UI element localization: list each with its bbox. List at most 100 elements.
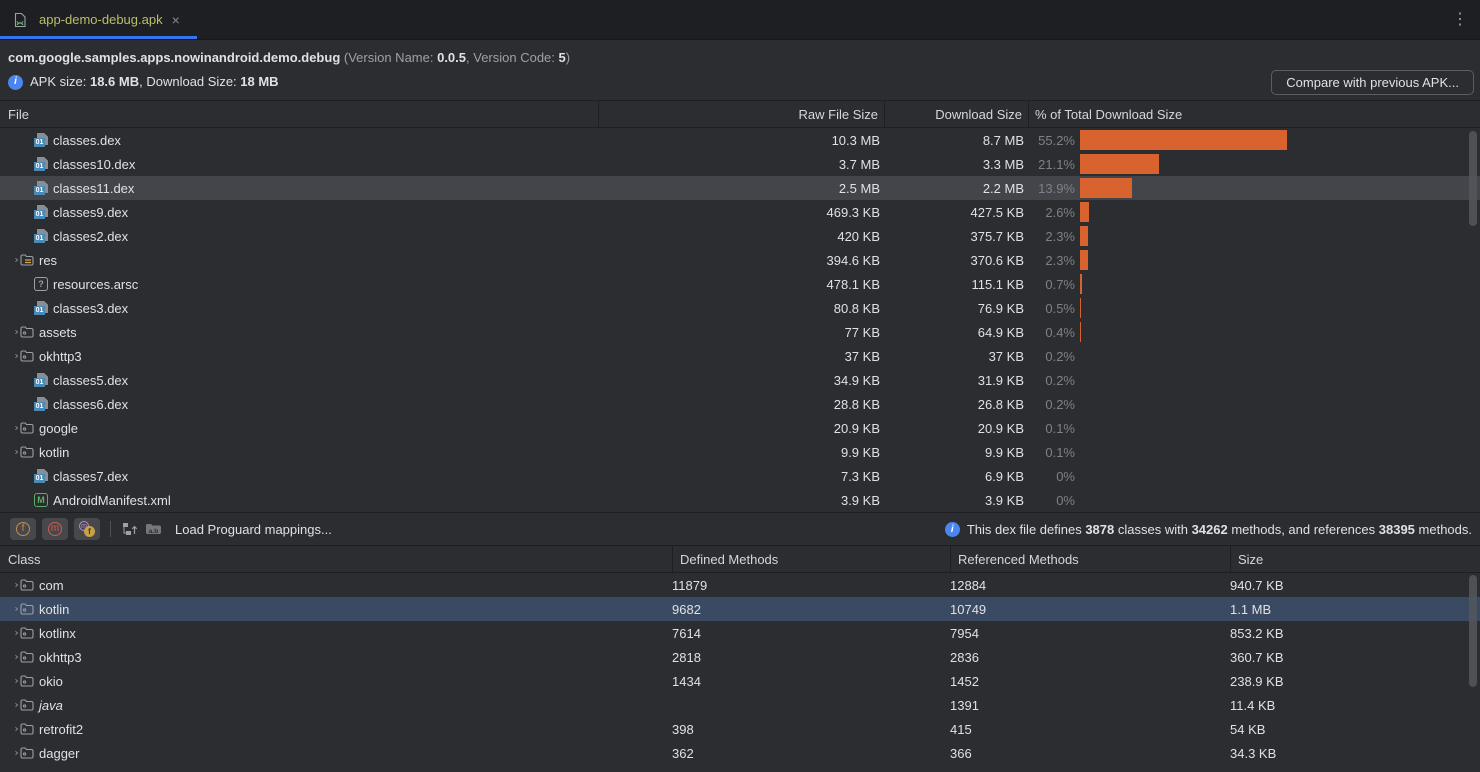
download-size: 37 KB	[884, 349, 1028, 364]
download-percent-bar	[1080, 298, 1081, 318]
chevron-right-icon[interactable]	[0, 327, 19, 337]
column-header-class[interactable]: Class	[8, 546, 41, 573]
chevron-right-icon[interactable]	[0, 748, 19, 758]
file-row[interactable]: res394.6 KB370.6 KB2.3%	[0, 248, 1480, 272]
file-row[interactable]: 01classes2.dex420 KB375.7 KB2.3%	[0, 224, 1480, 248]
referenced-members-filter-icon[interactable]: mf	[74, 518, 100, 540]
fields-filter-icon[interactable]: f	[10, 518, 36, 540]
class-table-scrollbar-thumb[interactable]	[1469, 575, 1477, 687]
class-row[interactable]: okhttp328182836360.7 KB	[0, 645, 1480, 669]
toolbar-separator	[110, 521, 111, 537]
download-percent-bar	[1080, 274, 1082, 294]
chevron-right-icon[interactable]	[0, 652, 19, 662]
column-header-referenced-methods[interactable]: Referenced Methods	[958, 546, 1079, 573]
file-name: okhttp3	[39, 349, 82, 364]
class-row[interactable]: okio14341452238.9 KB	[0, 669, 1480, 693]
apk-file-icon	[12, 12, 28, 28]
kebab-menu-icon[interactable]: ⋮	[1452, 9, 1468, 29]
file-name: classes2.dex	[53, 229, 128, 244]
chevron-right-icon[interactable]	[0, 604, 19, 614]
file-name: classes6.dex	[53, 397, 128, 412]
chevron-right-icon[interactable]	[0, 351, 19, 361]
folder-icon	[19, 721, 35, 737]
file-table: File Raw File Size Download Size % of To…	[0, 100, 1480, 512]
chevron-right-icon[interactable]	[0, 447, 19, 457]
tab-apk-file[interactable]: app-demo-debug.apk ×	[0, 0, 194, 39]
referenced-methods-count: 415	[950, 722, 1230, 737]
package-name: kotlinx	[39, 626, 76, 641]
chevron-right-icon[interactable]	[0, 423, 19, 433]
raw-file-size: 3.9 KB	[598, 493, 884, 508]
class-row[interactable]: kotlinx76147954853.2 KB	[0, 621, 1480, 645]
file-row[interactable]: 01classes6.dex28.8 KB26.8 KB0.2%	[0, 392, 1480, 416]
expand-tree-icon[interactable]	[121, 520, 139, 538]
file-row[interactable]: 01classes11.dex2.5 MB2.2 MB13.9%	[0, 176, 1480, 200]
file-row[interactable]: 01classes7.dex7.3 KB6.9 KB0%	[0, 464, 1480, 488]
compare-apk-button[interactable]: Compare with previous APK...	[1271, 70, 1474, 95]
file-row[interactable]: 01classes3.dex80.8 KB76.9 KB0.5%	[0, 296, 1480, 320]
class-row[interactable]: dagger36236634.3 KB	[0, 741, 1480, 765]
column-header-percent[interactable]: % of Total Download Size	[1028, 101, 1480, 127]
chevron-right-icon[interactable]	[0, 700, 19, 710]
load-proguard-mappings-link[interactable]: Load Proguard mappings...	[175, 522, 332, 537]
version-name: 0.0.5	[437, 50, 466, 65]
raw-file-size: 77 KB	[598, 325, 884, 340]
file-name: AndroidManifest.xml	[53, 493, 171, 508]
chevron-right-icon[interactable]	[0, 580, 19, 590]
file-table-header: File Raw File Size Download Size % of To…	[0, 100, 1480, 128]
file-row[interactable]: ?resources.arsc478.1 KB115.1 KB0.7%	[0, 272, 1480, 296]
percent-label: 2.6%	[1028, 205, 1075, 220]
raw-file-size: 478.1 KB	[598, 277, 884, 292]
file-row[interactable]: 01classes9.dex469.3 KB427.5 KB2.6%	[0, 200, 1480, 224]
percent-label: 55.2%	[1028, 133, 1075, 148]
column-header-size[interactable]: Size	[1238, 546, 1263, 573]
file-row[interactable]: MAndroidManifest.xml3.9 KB3.9 KB0%	[0, 488, 1480, 512]
download-percent-bar	[1080, 178, 1132, 198]
svg-text:a.b: a.b	[149, 528, 158, 535]
column-header-raw-size[interactable]: Raw File Size	[598, 101, 884, 127]
file-row[interactable]: okhttp337 KB37 KB0.2%	[0, 344, 1480, 368]
file-name: resources.arsc	[53, 277, 138, 292]
package-size: 940.7 KB	[1230, 578, 1480, 593]
folder-icon	[19, 348, 35, 364]
raw-file-size: 28.8 KB	[598, 397, 884, 412]
referenced-methods-count: 10749	[950, 602, 1230, 617]
file-row[interactable]: 01classes5.dex34.9 KB31.9 KB0.2%	[0, 368, 1480, 392]
chevron-right-icon[interactable]	[0, 724, 19, 734]
package-name: dagger	[39, 746, 79, 761]
close-icon[interactable]: ×	[172, 12, 180, 28]
percent-label: 0%	[1028, 469, 1075, 484]
download-size: 31.9 KB	[884, 373, 1028, 388]
chevron-right-icon[interactable]	[0, 628, 19, 638]
package-size: 34.3 KB	[1230, 746, 1480, 761]
raw-file-size: 34.9 KB	[598, 373, 884, 388]
column-header-file[interactable]: File	[0, 107, 598, 122]
file-row[interactable]: assets77 KB64.9 KB0.4%	[0, 320, 1480, 344]
chevron-right-icon[interactable]	[0, 255, 19, 265]
file-row[interactable]: kotlin9.9 KB9.9 KB0.1%	[0, 440, 1480, 464]
file-table-scrollbar-thumb[interactable]	[1469, 131, 1477, 226]
class-table: Class Defined Methods Referenced Methods…	[0, 545, 1480, 765]
package-size: 360.7 KB	[1230, 650, 1480, 665]
file-rows: 01classes.dex10.3 MB8.7 MB55.2%01classes…	[0, 128, 1480, 512]
class-row[interactable]: com1187912884940.7 KB	[0, 573, 1480, 597]
class-row[interactable]: java139111.4 KB	[0, 693, 1480, 717]
column-header-defined-methods[interactable]: Defined Methods	[680, 546, 778, 573]
file-row[interactable]: 01classes.dex10.3 MB8.7 MB55.2%	[0, 128, 1480, 152]
deobfuscate-names-icon[interactable]: a.b	[145, 520, 163, 538]
defined-methods-count: 1434	[672, 674, 950, 689]
download-percent-bar	[1080, 226, 1088, 246]
class-row[interactable]: retrofit239841554 KB	[0, 717, 1480, 741]
file-row[interactable]: google20.9 KB20.9 KB0.1%	[0, 416, 1480, 440]
file-row[interactable]: 01classes10.dex3.7 MB3.3 MB21.1%	[0, 152, 1480, 176]
column-header-download-size[interactable]: Download Size	[884, 101, 1028, 127]
package-name: okhttp3	[39, 650, 82, 665]
class-row[interactable]: kotlin9682107491.1 MB	[0, 597, 1480, 621]
download-size: 6.9 KB	[884, 469, 1028, 484]
dex-file-icon: 01	[33, 300, 49, 316]
resources-folder-icon	[19, 252, 35, 268]
methods-filter-icon[interactable]: m	[42, 518, 68, 540]
file-name: kotlin	[39, 445, 69, 460]
package-name: java	[39, 698, 63, 713]
chevron-right-icon[interactable]	[0, 676, 19, 686]
